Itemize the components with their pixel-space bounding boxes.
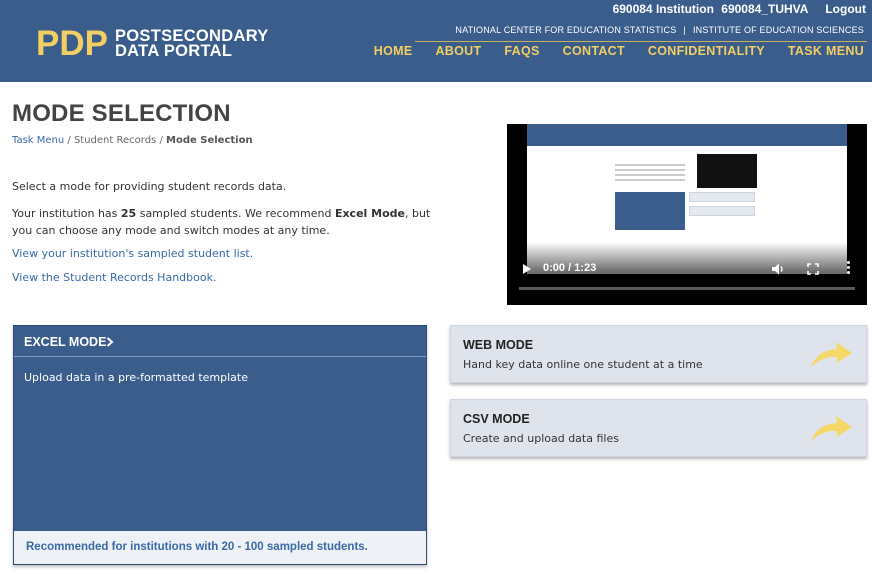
- video-thumbnail-inset: [697, 154, 757, 188]
- video-player[interactable]: 0:00 / 1:23: [507, 124, 867, 305]
- volume-icon[interactable]: [771, 262, 785, 276]
- page-title: MODE SELECTION: [12, 100, 231, 127]
- excel-mode-footer: Recommended for institutions with 20 - 1…: [14, 531, 426, 564]
- video-time: 0:00 / 1:23: [543, 262, 597, 274]
- institution-name: 690084 Institution: [612, 2, 714, 16]
- nav-about[interactable]: ABOUT: [435, 44, 481, 58]
- excel-mode-header: EXCEL MODE: [14, 326, 426, 357]
- agency-separator: |: [683, 25, 686, 35]
- breadcrumb-task-menu[interactable]: Task Menu: [12, 135, 64, 146]
- intro-text: Select a mode for providing student reco…: [12, 180, 287, 193]
- site-logo[interactable]: PDP POSTSECONDARY DATA PORTAL: [36, 24, 269, 63]
- main-nav: HOME ABOUT FAQS CONTACT CONFIDENTIALITY …: [374, 44, 864, 58]
- play-icon[interactable]: [523, 264, 531, 274]
- web-mode-card[interactable]: WEB MODE Hand key data online one studen…: [450, 325, 867, 383]
- logout-link[interactable]: Logout: [825, 2, 866, 16]
- excel-mode-description: Upload data in a pre-formatted template: [24, 371, 248, 384]
- nav-task-menu[interactable]: TASK MENU: [788, 44, 864, 58]
- video-thumbnail-card: [615, 192, 685, 230]
- nav-home[interactable]: HOME: [374, 44, 413, 58]
- video-thumbnail-card: [689, 206, 755, 216]
- sampled-count: 25: [120, 207, 137, 220]
- site-header: PDP POSTSECONDARY DATA PORTAL 690084 Ins…: [0, 0, 872, 82]
- info-text: Your institution has: [12, 207, 121, 220]
- sampled-list-link[interactable]: View your institution's sampled student …: [12, 247, 253, 260]
- nav-confidentiality[interactable]: CONFIDENTIALITY: [648, 44, 765, 58]
- video-thumbnail-card: [689, 192, 755, 202]
- agency-bar: NATIONAL CENTER FOR EDUCATION STATISTICS…: [455, 25, 864, 35]
- excel-mode-recommendation: Recommended for institutions with 20 - 1…: [26, 541, 368, 553]
- video-controls: 0:00 / 1:23: [507, 258, 867, 282]
- recommendation-text: Your institution has 25 sampled students…: [12, 205, 432, 239]
- breadcrumb-separator: /: [156, 135, 166, 146]
- csv-mode-card[interactable]: CSV MODE Create and upload data files: [450, 399, 867, 457]
- curved-arrow-icon: [811, 416, 852, 441]
- fullscreen-icon[interactable]: [807, 263, 819, 275]
- logo-mark: PDP: [36, 24, 108, 63]
- nav-divider: [415, 41, 867, 42]
- breadcrumb-separator: /: [64, 135, 74, 146]
- breadcrumb-current: Mode Selection: [166, 135, 253, 146]
- csv-mode-title: CSV MODE: [463, 412, 530, 426]
- username: 690084_TUHVA: [721, 2, 808, 16]
- web-mode-title: WEB MODE: [463, 338, 534, 352]
- web-mode-description: Hand key data online one student at a ti…: [463, 358, 703, 371]
- recommended-mode: Excel Mode: [334, 207, 405, 220]
- video-thumbnail-header: [527, 124, 847, 146]
- logo-line-2: DATA PORTAL: [114, 42, 233, 60]
- more-options-icon[interactable]: [847, 261, 851, 275]
- excel-mode-card[interactable]: EXCEL MODE Upload data in a pre-formatte…: [13, 325, 427, 565]
- nav-contact[interactable]: CONTACT: [563, 44, 625, 58]
- video-thumbnail-text: [615, 164, 685, 184]
- info-text: sampled students. We recommend: [136, 207, 335, 220]
- nav-faqs[interactable]: FAQS: [504, 44, 539, 58]
- csv-mode-description: Create and upload data files: [463, 432, 619, 445]
- logo-text: POSTSECONDARY DATA PORTAL: [114, 28, 269, 60]
- chevron-right-icon: [106, 337, 114, 347]
- ies-link[interactable]: INSTITUTE OF EDUCATION SCIENCES: [693, 25, 864, 35]
- nces-link[interactable]: NATIONAL CENTER FOR EDUCATION STATISTICS: [455, 25, 676, 35]
- excel-mode-title: EXCEL MODE: [24, 335, 107, 349]
- handbook-link[interactable]: View the Student Records Handbook.: [12, 271, 216, 284]
- breadcrumb-student-records[interactable]: Student Records: [74, 135, 156, 146]
- user-bar: 690084 Institution 690084_TUHVA Logout: [609, 2, 866, 16]
- curved-arrow-icon: [811, 342, 852, 367]
- video-progress-bar[interactable]: [519, 287, 855, 290]
- breadcrumb: Task Menu / Student Records / Mode Selec…: [12, 135, 253, 146]
